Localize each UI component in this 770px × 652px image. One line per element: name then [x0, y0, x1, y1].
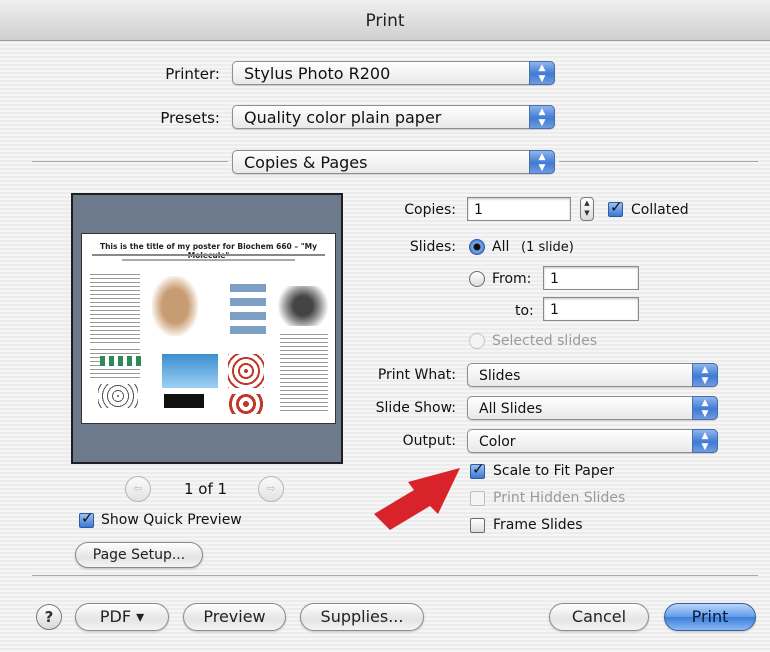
copies-label: Copies:	[404, 202, 456, 218]
popup-arrows-icon: ▲ ▼	[692, 396, 718, 420]
popup-arrows-icon: ▲ ▼	[529, 105, 555, 129]
pdf-button[interactable]: PDF ▾	[75, 603, 169, 631]
copies-field[interactable]: 1	[467, 197, 571, 221]
copies-stepper[interactable]: ▲ ▼	[580, 197, 594, 221]
print-what-label: Print What:	[377, 367, 456, 383]
cancel-button[interactable]: Cancel	[549, 603, 649, 631]
output-label: Output:	[402, 433, 456, 449]
slides-to-label: to:	[515, 303, 534, 319]
page-setup-button[interactable]: Page Setup...	[75, 542, 203, 568]
panel-popup[interactable]: Copies & Pages ▲ ▼	[232, 150, 555, 174]
poster-title: This is the title of my poster for Bioch…	[99, 242, 318, 260]
printer-popup[interactable]: Stylus Photo R200 ▲ ▼	[232, 61, 555, 85]
presets-popup[interactable]: Quality color plain paper ▲ ▼	[232, 105, 555, 129]
scale-to-fit-label: Scale to Fit Paper	[493, 463, 615, 479]
preview-page: This is the title of my poster for Bioch…	[81, 233, 336, 424]
separator-right	[559, 161, 758, 162]
poster-molecule-image	[152, 276, 198, 336]
print-what-popup[interactable]: Slides ▲ ▼	[467, 363, 718, 387]
presets-label: Presets:	[160, 109, 220, 127]
popup-arrows-icon: ▲ ▼	[692, 429, 718, 453]
poster-affiliation	[122, 259, 295, 261]
poster-figure	[98, 384, 138, 408]
slides-from-field[interactable]: 1	[543, 266, 639, 290]
poster-text-column	[280, 334, 328, 414]
print-button[interactable]: Print	[664, 603, 756, 631]
popup-arrows-icon: ▲ ▼	[529, 150, 555, 174]
next-page-button[interactable]: ⇨	[258, 476, 284, 502]
print-hidden-slides-label: Print Hidden Slides	[493, 490, 626, 506]
slide-show-popup[interactable]: All Slides ▲ ▼	[467, 396, 718, 420]
panel-value: Copies & Pages	[244, 153, 368, 172]
poster-figure	[162, 354, 218, 388]
popup-arrows-icon: ▲ ▼	[692, 363, 718, 387]
poster-micrograph-image	[278, 286, 328, 326]
help-button[interactable]: ?	[36, 604, 62, 630]
printer-value: Stylus Photo R200	[244, 64, 391, 83]
poster-figure	[228, 354, 264, 388]
printer-label: Printer:	[165, 65, 220, 83]
previous-page-button[interactable]: ⇦	[125, 476, 151, 502]
print-hidden-slides-checkbox[interactable]	[470, 491, 485, 506]
preview-button[interactable]: Preview	[183, 603, 286, 631]
supplies-button[interactable]: Supplies...	[300, 603, 424, 631]
collated-checkbox[interactable]	[608, 198, 623, 217]
slides-from-label: From:	[492, 271, 532, 287]
slide-show-value: All Slides	[479, 401, 543, 417]
collated-label: Collated	[631, 202, 689, 218]
separator-left	[32, 161, 228, 162]
print-what-value: Slides	[479, 368, 521, 384]
poster-figure	[228, 394, 264, 414]
slides-all-radio[interactable]	[469, 239, 485, 255]
show-quick-preview-label: Show Quick Preview	[101, 512, 242, 528]
frame-slides-label: Frame Slides	[493, 517, 583, 533]
selected-slides-radio[interactable]	[469, 333, 485, 349]
presets-value: Quality color plain paper	[244, 108, 442, 127]
red-arrow-icon	[374, 468, 460, 530]
show-quick-preview-checkbox[interactable]	[79, 509, 94, 528]
selected-slides-label: Selected slides	[492, 333, 598, 349]
frame-slides-checkbox[interactable]	[470, 518, 485, 533]
page-preview: This is the title of my poster for Bioch…	[71, 193, 343, 464]
page-indicator: 1 of 1	[184, 480, 228, 498]
output-value: Color	[479, 434, 516, 450]
footer-separator	[32, 575, 758, 576]
poster-structure-image	[230, 284, 266, 336]
slides-all-label: All	[492, 239, 510, 255]
scale-to-fit-checkbox[interactable]	[470, 460, 485, 479]
slide-show-label: Slide Show:	[375, 400, 456, 416]
poster-figure	[164, 394, 204, 408]
slides-to-field[interactable]: 1	[543, 297, 639, 321]
window-title: Print	[0, 0, 770, 41]
poster-figure	[100, 356, 144, 366]
poster-authors	[92, 254, 325, 256]
slides-from-radio[interactable]	[469, 271, 485, 287]
slides-label: Slides:	[409, 239, 456, 255]
slides-count-note: (1 slide)	[521, 240, 574, 255]
poster-text-column	[90, 274, 140, 344]
output-popup[interactable]: Color ▲ ▼	[467, 429, 718, 453]
popup-arrows-icon: ▲ ▼	[529, 61, 555, 85]
